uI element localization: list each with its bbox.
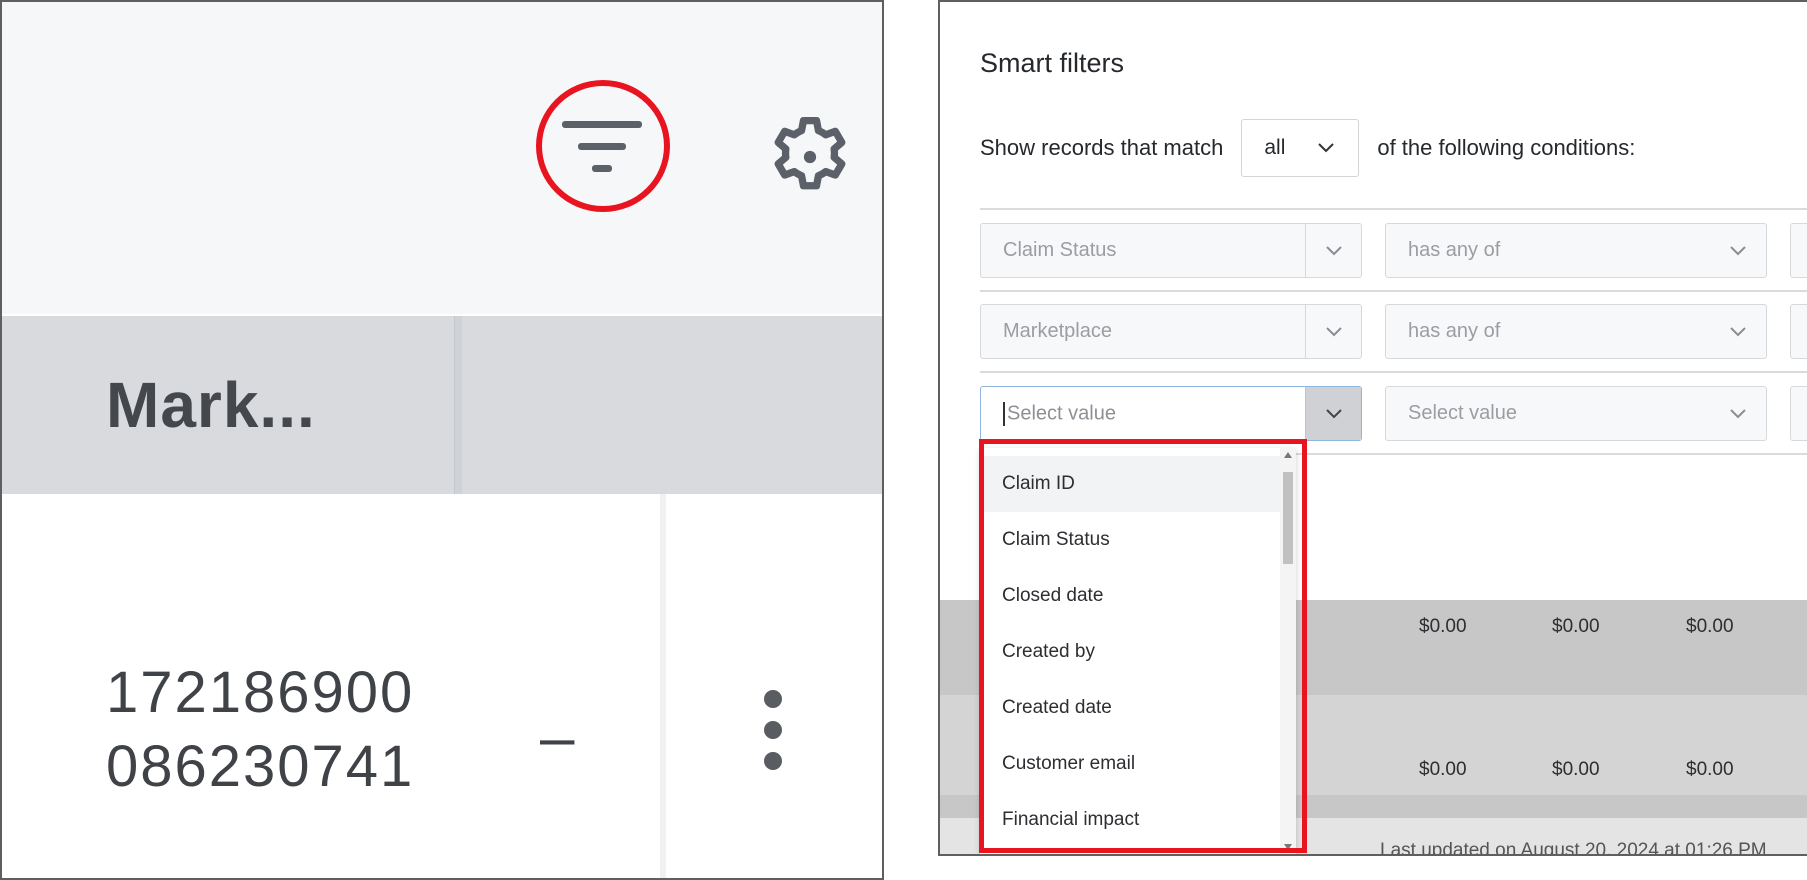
condition-field-select[interactable]: Marketplace	[980, 304, 1362, 359]
divider	[980, 290, 1807, 292]
dropdown-highlight-box	[979, 439, 1307, 853]
chevron-down-icon[interactable]	[1305, 224, 1361, 277]
condition-operator-value: has any of	[1408, 320, 1501, 342]
divider	[980, 208, 1807, 210]
table-cell: $0.00	[1552, 616, 1600, 637]
condition-operator-select[interactable]: Select value	[1385, 386, 1767, 441]
condition-field-select[interactable]: Claim Status	[980, 223, 1362, 278]
condition-operator-select[interactable]: has any of	[1385, 304, 1767, 359]
condition-operator-select[interactable]: has any of	[1385, 223, 1767, 278]
condition-field-select[interactable]: Select value	[980, 386, 1362, 441]
table-cell: $0.00	[1419, 616, 1467, 637]
filter-highlight-circle	[536, 80, 670, 212]
column-header-marketplace[interactable]: Mark...	[106, 368, 316, 442]
empty-value: –	[540, 703, 575, 772]
match-label: Show records that match	[980, 135, 1224, 160]
record-id-line2: 086230741	[106, 734, 415, 799]
match-row: Show records that match all of the follo…	[980, 118, 1635, 178]
condition-value-input[interactable]	[1790, 304, 1807, 359]
column-divider	[660, 494, 666, 878]
record-id-line1: 172186900	[106, 660, 415, 725]
condition-value-input[interactable]	[1790, 386, 1807, 441]
gear-icon	[774, 116, 846, 190]
condition-operator-placeholder: Select value	[1408, 402, 1517, 424]
settings-button[interactable]	[760, 107, 860, 207]
match-mode-value: all	[1264, 136, 1286, 159]
table-cell: $0.00	[1686, 616, 1734, 637]
table-toolbar	[2, 2, 882, 314]
last-updated-text: Last updated on August 20, 2024 at 01:26…	[1380, 840, 1767, 856]
record-id: 172186900 086230741	[106, 656, 414, 804]
chevron-down-icon[interactable]	[1305, 305, 1361, 358]
panel-title: Smart filters	[980, 48, 1125, 78]
match-mode-select[interactable]: all	[1241, 119, 1360, 177]
chevron-down-icon[interactable]	[1305, 387, 1361, 440]
table-cell: $0.00	[1686, 759, 1734, 780]
chevron-down-icon	[1710, 224, 1766, 277]
condition-operator-value: has any of	[1408, 239, 1501, 261]
condition-field-input[interactable]: Select value	[981, 401, 1305, 426]
match-suffix: of the following conditions:	[1377, 135, 1636, 160]
chevron-down-icon	[1710, 305, 1766, 358]
condition-field-value: Marketplace	[1003, 320, 1112, 342]
chevron-down-icon	[1318, 143, 1335, 153]
column-resize-handle[interactable]	[454, 316, 462, 494]
table-zoom-panel: Mark... 172186900 086230741 –	[0, 0, 884, 880]
divider	[980, 371, 1807, 373]
kebab-menu-icon[interactable]	[758, 690, 788, 770]
smart-filters-panel: Smart filters Show records that match al…	[938, 0, 1807, 856]
chevron-down-icon	[1710, 387, 1766, 440]
table-row: 172186900 086230741 –	[2, 494, 882, 878]
condition-value-input[interactable]	[1790, 223, 1807, 278]
condition-field-value: Claim Status	[1003, 239, 1117, 261]
table-cell: $0.00	[1552, 759, 1600, 780]
table-header-row: Mark...	[2, 316, 882, 494]
table-cell: $0.00	[1419, 759, 1467, 780]
